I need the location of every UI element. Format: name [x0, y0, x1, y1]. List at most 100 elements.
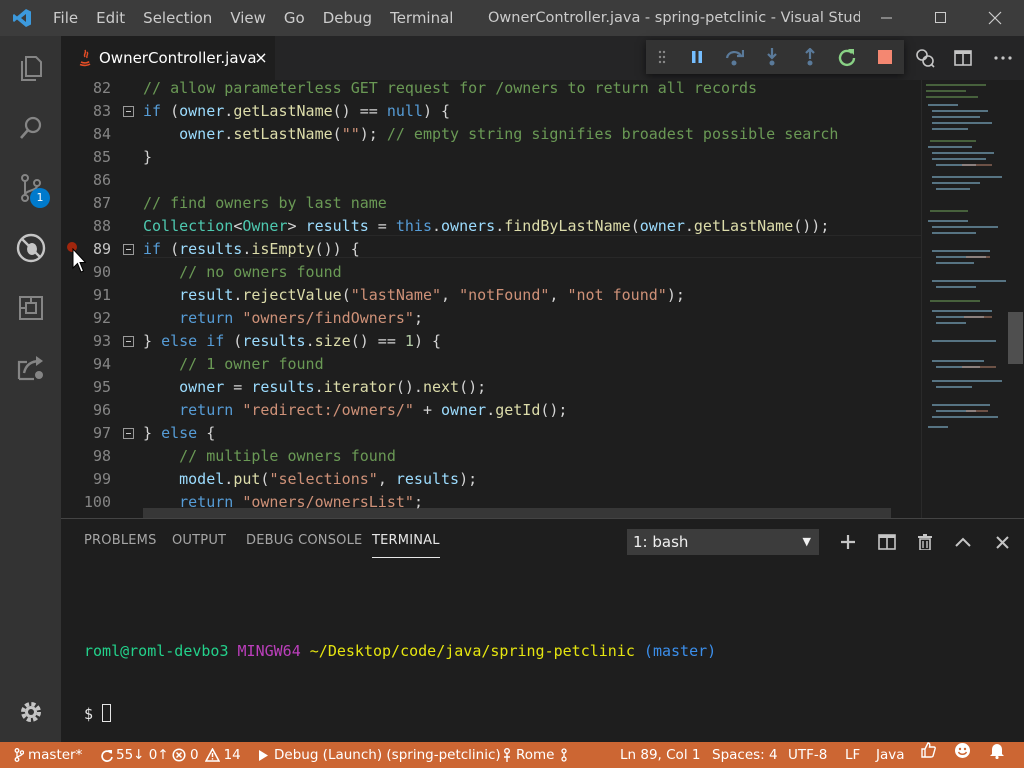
mouse-pointer-icon — [72, 248, 86, 273]
tab-output[interactable]: OUTPUT — [172, 533, 226, 548]
line-number: 82 — [92, 80, 111, 97]
restart-icon — [839, 49, 856, 67]
new-terminal-button[interactable] — [835, 529, 861, 555]
fold-toggle[interactable] — [123, 244, 134, 255]
vertical-scrollbar[interactable] — [1007, 80, 1024, 518]
status-feedback[interactable] — [920, 742, 936, 758]
status-sync[interactable]: 55↓ 0↑ — [100, 742, 169, 768]
line-number: 94 — [92, 355, 111, 373]
status-encoding[interactable]: UTF-8 — [788, 742, 827, 768]
status-indentation[interactable]: Spaces: 4 — [712, 742, 778, 768]
rome-extra-icon — [560, 748, 567, 762]
debug-toolbar — [646, 40, 904, 74]
terminal-prompt: $ — [84, 705, 94, 723]
code-line: 98 // multiple owners found — [61, 445, 921, 468]
maximize-icon — [935, 12, 946, 23]
step-out-button[interactable] — [791, 40, 829, 74]
menu-selection[interactable]: Selection — [134, 0, 221, 36]
debug-button[interactable] — [0, 218, 61, 278]
gear-icon — [20, 702, 41, 722]
step-over-button[interactable] — [715, 40, 753, 74]
menu-file[interactable]: File — [44, 0, 87, 36]
extensions-icon — [18, 296, 43, 320]
java-file-icon — [79, 49, 91, 67]
status-language[interactable]: Java — [876, 742, 905, 768]
status-notifications[interactable] — [989, 742, 1005, 759]
line-number: 96 — [92, 401, 111, 419]
code-line: 95 owner = results.iterator().next(); — [61, 376, 921, 399]
stop-button[interactable] — [866, 40, 904, 74]
menu-view[interactable]: View — [221, 0, 275, 36]
tab-terminal[interactable]: TERMINAL — [372, 533, 440, 558]
scm-badge: 1 — [30, 188, 50, 208]
horizontal-scrollbar[interactable] — [143, 508, 891, 518]
terminal-branch: (master) — [643, 642, 717, 660]
status-smiley[interactable] — [954, 742, 971, 759]
terminal-select[interactable]: 1: bash ▼ — [627, 529, 819, 555]
tab-debug-console[interactable]: DEBUG CONSOLE — [246, 533, 362, 548]
status-rome[interactable]: Rome — [502, 742, 568, 768]
status-problems[interactable]: 0 14 — [172, 742, 241, 768]
extensions-button[interactable] — [0, 278, 61, 338]
close-button[interactable] — [972, 0, 1018, 36]
plus-icon — [841, 535, 855, 549]
bottom-panel: PROBLEMS OUTPUT DEBUG CONSOLE TERMINAL 1… — [61, 518, 1024, 742]
error-icon — [172, 748, 186, 762]
warning-icon — [204, 748, 220, 762]
menu-go[interactable]: Go — [275, 0, 314, 36]
menu-terminal[interactable]: Terminal — [381, 0, 462, 36]
open-changes-button[interactable] — [906, 40, 944, 76]
fold-toggle[interactable] — [123, 336, 134, 347]
more-actions-button[interactable] — [984, 40, 1022, 76]
pause-button[interactable] — [678, 40, 716, 74]
maximize-button[interactable] — [918, 0, 964, 36]
minimap[interactable] — [921, 80, 1007, 518]
code-editor[interactable]: 82// allow parameterless GET request for… — [61, 80, 1024, 518]
status-debug-launch[interactable]: Debug (Launch) (spring-petclinic) — [258, 742, 501, 768]
activity-bar: 1 — [0, 36, 61, 742]
sync-icon — [101, 749, 113, 762]
chevron-up-icon — [955, 537, 971, 547]
kill-terminal-button[interactable] — [912, 529, 938, 555]
play-icon — [259, 749, 268, 761]
maximize-panel-button[interactable] — [950, 529, 976, 555]
code-line: 87// find owners by last name — [61, 192, 921, 215]
vscode-logo-icon — [0, 0, 44, 36]
remote-explorer-button[interactable] — [0, 338, 61, 398]
search-button[interactable] — [0, 98, 61, 158]
close-panel-button[interactable] — [989, 529, 1015, 555]
settings-button[interactable] — [0, 682, 61, 742]
explorer-button[interactable] — [0, 38, 61, 98]
debug-toolbar-grip[interactable] — [646, 40, 678, 74]
menu-edit[interactable]: Edit — [87, 0, 134, 36]
terminal-prompt-line: roml@roml-devbo3 MINGW64 ~/Desktop/code/… — [84, 641, 716, 662]
status-eol[interactable]: LF — [845, 742, 860, 768]
scrollbar-thumb[interactable] — [1008, 312, 1023, 364]
line-number: 91 — [92, 286, 111, 304]
fold-toggle[interactable] — [123, 428, 134, 439]
step-into-icon — [767, 48, 777, 66]
line-number: 85 — [92, 148, 111, 166]
menu-debug[interactable]: Debug — [314, 0, 381, 36]
code-line: 94 // 1 owner found — [61, 353, 921, 376]
tab-problems[interactable]: PROBLEMS — [84, 533, 157, 548]
split-editor-icon — [954, 50, 972, 66]
restart-button[interactable] — [829, 40, 867, 74]
line-number: 89 — [92, 240, 111, 258]
minimize-icon — [881, 17, 892, 19]
code-line: 88 Collection<Owner> results = this.owner… — [61, 215, 921, 238]
status-branch[interactable]: master* — [14, 742, 82, 768]
split-editor-button[interactable] — [944, 40, 982, 76]
step-into-button[interactable] — [753, 40, 791, 74]
status-cursor-position[interactable]: Ln 89, Col 1 — [620, 742, 700, 768]
split-terminal-button[interactable] — [874, 529, 900, 555]
minimap-preview — [926, 84, 1006, 428]
step-out-icon — [804, 48, 815, 66]
editor-tab-ownercontroller[interactable]: OwnerController.java × — [61, 36, 275, 80]
fold-toggle[interactable] — [123, 106, 134, 117]
minimize-button[interactable] — [864, 0, 910, 36]
source-control-button[interactable] — [0, 158, 61, 218]
code-line: 84 owner.setLastName(""); // empty strin… — [61, 123, 921, 146]
status-sync-label: 55↓ 0↑ — [116, 747, 169, 763]
tab-close-icon[interactable]: × — [253, 48, 269, 67]
